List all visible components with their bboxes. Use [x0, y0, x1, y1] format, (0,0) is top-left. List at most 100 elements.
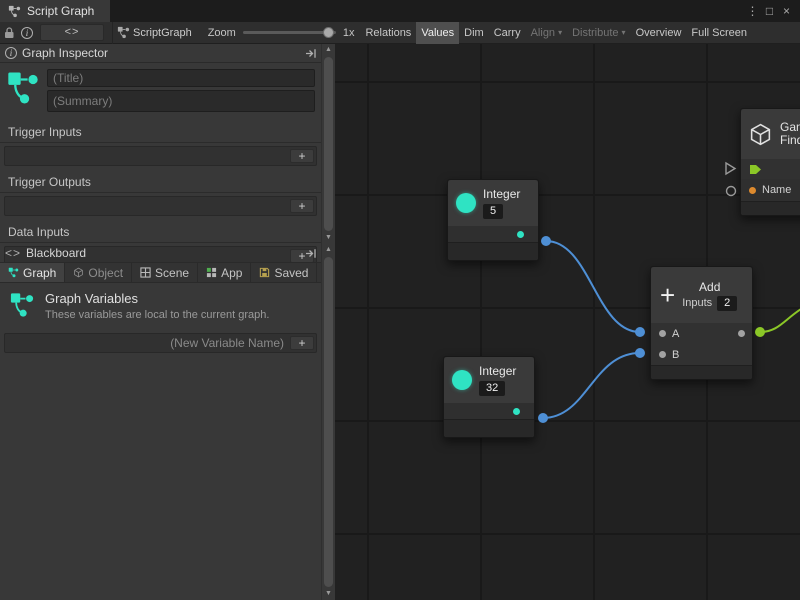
input-port-b[interactable]	[659, 351, 666, 358]
wire-integer5-to-add-a[interactable]	[546, 241, 640, 332]
integer-value-field[interactable]: 32	[479, 381, 505, 396]
node-header: GameObject Find	[741, 109, 800, 159]
inputs-count-field[interactable]: 2	[717, 296, 737, 311]
node-footer	[448, 242, 538, 260]
wire-endpoint-add-out[interactable]	[755, 327, 765, 337]
integer-type-icon	[456, 193, 476, 213]
inputs-label: Inputs	[682, 297, 712, 309]
scrollbar-thumb[interactable]	[324, 57, 333, 231]
add-node-icon: +	[660, 283, 675, 307]
data-inputs-label: Data Inputs	[0, 221, 321, 243]
window-menu-icon[interactable]: ⋮	[744, 4, 761, 18]
node-gameobject-find[interactable]: GameObject Find Name	[740, 108, 800, 216]
tab-saved[interactable]: Saved	[251, 263, 317, 282]
add-variable-button[interactable]: +	[290, 336, 314, 350]
node-title-block: Integer 5	[483, 187, 520, 219]
graph-summary-input[interactable]	[47, 90, 315, 112]
blackboard-scrollbar[interactable]: ▲ ▼	[321, 244, 335, 600]
scroll-down-icon[interactable]: ▼	[322, 588, 335, 600]
node-add[interactable]: + Add Inputs 2 A B	[650, 266, 753, 380]
node-header: Integer 32	[444, 357, 534, 403]
graph-fields	[47, 69, 315, 112]
input-port-a[interactable]	[659, 330, 666, 337]
new-variable-input[interactable]	[5, 334, 290, 352]
tab-app[interactable]: App	[198, 263, 251, 282]
lock-button[interactable]	[0, 22, 18, 44]
dock-arrow-icon	[305, 48, 317, 59]
tab-scene[interactable]: Scene	[132, 263, 198, 282]
node-integer-5[interactable]: Integer 5	[447, 179, 539, 261]
carry-button[interactable]: Carry	[489, 22, 526, 44]
wire-endpoint-add-b-in[interactable]	[635, 348, 645, 358]
output-port-sum[interactable]	[738, 330, 745, 337]
overview-button[interactable]: Overview	[631, 22, 687, 44]
values-button[interactable]: Values	[416, 22, 459, 44]
inspector-scrollbar[interactable]: ▲ ▼	[321, 44, 335, 244]
output-port-row	[444, 403, 534, 419]
info-button[interactable]: i	[18, 22, 36, 44]
wire-integer32-to-add-b[interactable]	[543, 353, 640, 418]
scroll-up-icon[interactable]: ▲	[322, 244, 335, 256]
tab-object[interactable]: Object	[65, 263, 132, 282]
script-graph-icon	[117, 26, 130, 39]
tab-saved-label: Saved	[274, 266, 308, 280]
distribute-dropdown[interactable]: Distribute ▾	[567, 22, 630, 44]
integer-output-port[interactable]	[513, 408, 520, 415]
node-footer	[444, 419, 534, 437]
scroll-up-icon[interactable]: ▲	[322, 44, 335, 56]
integer-value-field[interactable]: 5	[483, 204, 503, 219]
wire-endpoint-integer5-out[interactable]	[541, 236, 551, 246]
zoom-slider-handle[interactable]	[323, 27, 334, 38]
relations-label: Relations	[365, 27, 411, 39]
tab-graph[interactable]: Graph	[0, 263, 65, 282]
add-trigger-output-button[interactable]: +	[290, 199, 314, 213]
node-header: Integer 5	[448, 180, 538, 226]
sidebar: i Graph Inspector	[0, 44, 335, 600]
graph-info-row	[0, 63, 321, 116]
graph-name-label: ScriptGraph	[133, 27, 192, 39]
unconnected-flow-input-icon[interactable]	[726, 163, 735, 174]
integer-output-port[interactable]	[517, 231, 524, 238]
graph-variables-block: Graph Variables These variables are loca…	[0, 283, 321, 325]
fullscreen-button[interactable]: Full Screen	[686, 22, 752, 44]
window-close-icon[interactable]: ×	[778, 4, 795, 18]
script-graph-window: Script Graph ⋮ □ × i <> ScriptGraph Zoom	[0, 0, 800, 600]
wire-endpoint-integer32-out[interactable]	[538, 413, 548, 423]
align-label: Align	[531, 27, 555, 39]
node-integer-32[interactable]: Integer 32	[443, 356, 535, 438]
graph-pointer-dropdown[interactable]: <>	[40, 24, 104, 41]
tab-script-graph[interactable]: Script Graph	[0, 0, 110, 22]
flow-output-port-icon[interactable]	[749, 164, 762, 175]
integer-type-icon	[452, 370, 472, 390]
graph-inspector-title: Graph Inspector	[22, 46, 108, 60]
align-dropdown[interactable]: Align ▾	[526, 22, 567, 44]
node-header: + Add Inputs 2	[651, 267, 752, 323]
dim-button[interactable]: Dim	[459, 22, 489, 44]
unconnected-value-input-icon[interactable]	[727, 187, 736, 196]
blackboard-panel: <> Blackboard	[0, 244, 335, 600]
node-footer	[651, 365, 752, 379]
graph-canvas[interactable]: Integer 5 Integer 32	[335, 44, 800, 600]
graph-icon	[8, 5, 21, 18]
wire-add-output[interactable]	[760, 309, 800, 332]
cube-icon	[73, 267, 84, 278]
dim-label: Dim	[464, 27, 484, 39]
window-maximize-icon[interactable]: □	[761, 4, 778, 18]
graph-title-input[interactable]	[47, 69, 315, 87]
scrollbar-thumb[interactable]	[324, 257, 333, 587]
tab-graph-label: Graph	[23, 266, 56, 280]
app-icon	[206, 267, 217, 278]
zoom-slider[interactable]	[243, 31, 336, 34]
name-input-port[interactable]	[749, 187, 756, 194]
blackboard-title: Blackboard	[26, 246, 86, 260]
overview-label: Overview	[636, 27, 682, 39]
add-trigger-input-button[interactable]: +	[290, 149, 314, 163]
fullscreen-label: Full Screen	[691, 27, 747, 39]
port-row-a: A	[651, 323, 752, 344]
wire-endpoint-add-a-in[interactable]	[635, 327, 645, 337]
scroll-down-icon[interactable]: ▼	[322, 232, 335, 244]
dock-panel-button[interactable]	[305, 248, 317, 259]
node-footer	[741, 201, 800, 215]
relations-button[interactable]: Relations	[360, 22, 416, 44]
dock-panel-button[interactable]	[305, 48, 317, 59]
